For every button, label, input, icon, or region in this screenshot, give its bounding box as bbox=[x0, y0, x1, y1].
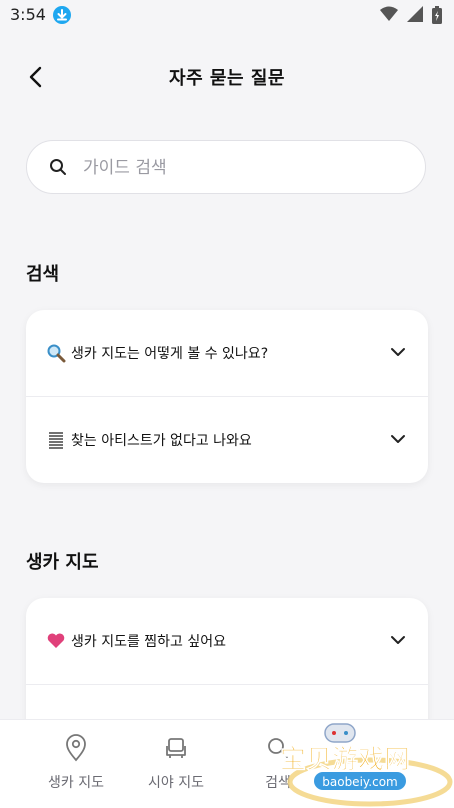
faq-question: 찾는 아티스트가 없다고 나와요 bbox=[71, 433, 252, 449]
nav-label: 생카 지도 bbox=[48, 775, 104, 791]
search-bar[interactable] bbox=[26, 140, 426, 194]
heart-icon bbox=[47, 633, 65, 648]
app-header: 자주 묻는 질문 bbox=[0, 48, 454, 108]
nav-label: 시야 지도 bbox=[148, 775, 204, 791]
search-icon bbox=[50, 159, 66, 175]
faq-item[interactable]: 생카 지도는 어떻게 볼 수 있나요? bbox=[26, 310, 428, 396]
download-icon bbox=[53, 6, 71, 24]
faq-item[interactable]: 생카 지도를 찜하고 싶어요 bbox=[26, 598, 428, 684]
nav-item-seat-view[interactable]: 시야 지도 bbox=[126, 720, 226, 808]
wifi-icon bbox=[379, 6, 398, 21]
page-title: 자주 묻는 질문 bbox=[169, 68, 285, 89]
faq-item[interactable]: 찾는 아티스트가 없다고 나와요 bbox=[26, 396, 428, 483]
system-icons bbox=[376, 6, 442, 24]
nav-item-map[interactable]: 생카 지도 bbox=[26, 720, 126, 808]
faq-question: 생카 지도는 어떻게 볼 수 있나요? bbox=[71, 346, 269, 362]
status-time: 3:54 bbox=[10, 5, 46, 24]
battery-icon bbox=[432, 6, 442, 24]
search-input[interactable] bbox=[81, 151, 405, 185]
chevron-down-icon[interactable] bbox=[390, 346, 406, 358]
chevron-down-icon[interactable] bbox=[390, 433, 406, 445]
section-title-search: 검색 bbox=[26, 264, 60, 285]
section-title-map: 생카 지도 bbox=[26, 552, 99, 573]
status-bar: 3:54 bbox=[0, 0, 454, 30]
sofa-icon bbox=[166, 738, 186, 758]
map-pin-icon bbox=[66, 734, 86, 762]
search-icon bbox=[268, 738, 288, 758]
bottom-nav: 생카 지도 시야 지도 검색 bbox=[0, 719, 454, 808]
signal-icon bbox=[406, 6, 423, 22]
faq-card-map: 생카 지도를 찜하고 싶어요 bbox=[26, 598, 428, 738]
faq-question: 생카 지도를 찜하고 싶어요 bbox=[71, 634, 227, 650]
list-icon bbox=[49, 432, 63, 449]
chevron-down-icon[interactable] bbox=[390, 634, 406, 646]
nav-label: 검색 bbox=[265, 775, 291, 791]
magnifier-icon bbox=[47, 344, 66, 363]
faq-card-search: 생카 지도는 어떻게 볼 수 있나요? 찾는 아티스트가 없다고 나와요 bbox=[26, 310, 428, 483]
nav-item-search[interactable]: 검색 bbox=[228, 720, 328, 808]
